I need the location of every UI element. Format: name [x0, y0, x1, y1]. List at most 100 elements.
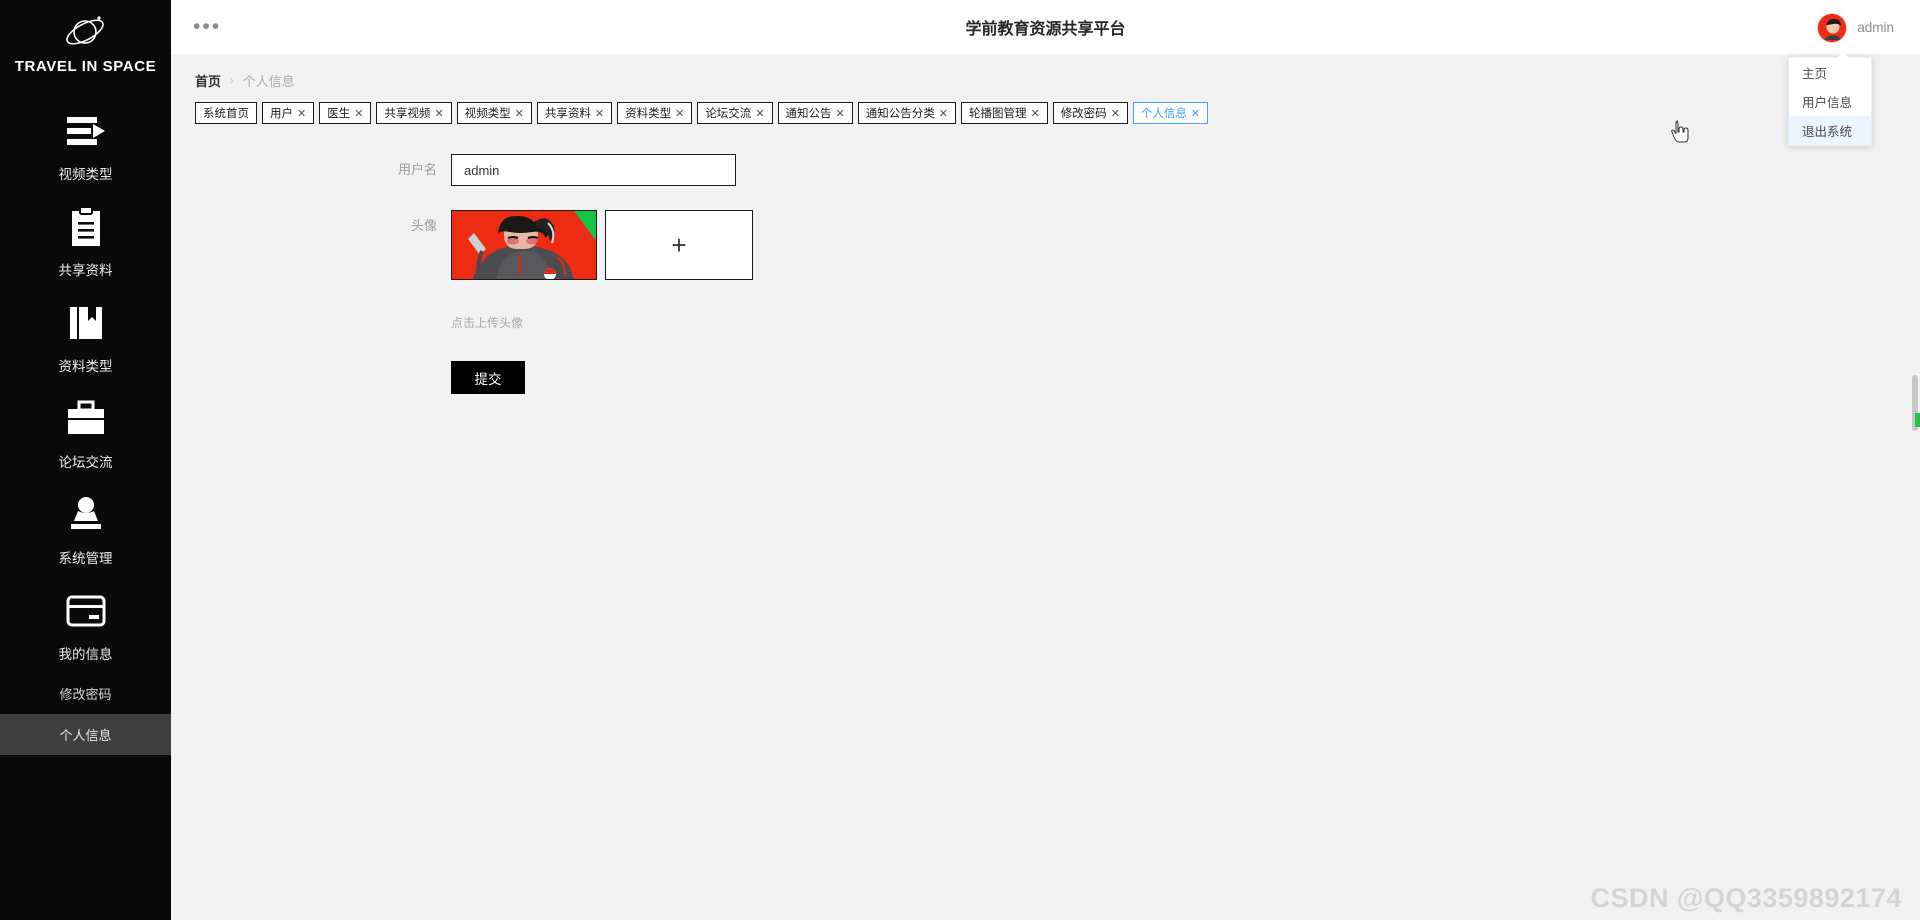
playlist-icon	[63, 108, 109, 154]
content-area: 首页 › 个人信息 系统首页 用户 ✕ 医生 ✕ 共享视频 ✕ 视频类型 ✕ 共…	[171, 55, 1920, 920]
dropdown-item-logout[interactable]: 退出系统	[1789, 116, 1871, 145]
user-name: admin	[1857, 20, 1894, 35]
sidebar: TRAVEL IN SPACE 视频类型 共享资料 资料类型 论坛交流 系统管理…	[0, 0, 171, 920]
sidebar-item-system-manage[interactable]: 系统管理	[0, 481, 171, 577]
tab-label: 个人信息	[1140, 108, 1187, 120]
briefcase-icon	[63, 396, 109, 442]
app-root: TRAVEL IN SPACE 视频类型 共享资料 资料类型 论坛交流 系统管理…	[0, 0, 1920, 920]
avatar-thumbnail[interactable]	[451, 210, 597, 280]
tab-bar: 系统首页 用户 ✕ 医生 ✕ 共享视频 ✕ 视频类型 ✕ 共享资料 ✕ 资料类型…	[171, 90, 1920, 124]
user-dropdown-menu: 主页 用户信息 退出系统	[1788, 52, 1872, 146]
user-menu-trigger[interactable]: admin	[1817, 0, 1894, 55]
card-icon	[63, 588, 109, 634]
username-row: 用户名	[171, 154, 1920, 186]
personal-info-form: 用户名 头像	[171, 124, 1920, 394]
sidebar-nav: 视频类型 共享资料 资料类型 论坛交流 系统管理 我的信息 修改密码 个人信息	[0, 97, 171, 755]
breadcrumb-current: 个人信息	[242, 74, 295, 89]
breadcrumb: 首页 › 个人信息	[171, 55, 1920, 90]
tab-label: 系统首页	[203, 108, 249, 120]
tab-change-password[interactable]: 修改密码 ✕	[1052, 102, 1128, 124]
close-icon[interactable]: ✕	[297, 107, 306, 120]
dropdown-item-label: 退出系统	[1802, 125, 1853, 139]
tab-shared-video[interactable]: 共享视频 ✕	[376, 102, 452, 124]
tab-video-type[interactable]: 视频类型 ✕	[456, 102, 532, 124]
ellipsis-icon[interactable]: •••	[193, 16, 221, 37]
tab-user[interactable]: 用户 ✕	[262, 102, 315, 124]
tab-doctor[interactable]: 医生 ✕	[319, 102, 372, 124]
close-icon[interactable]: ✕	[515, 107, 524, 120]
avatar-row: 头像 + 点击上传头像 提交	[171, 210, 1920, 394]
tab-carousel-manage[interactable]: 轮播图管理 ✕	[960, 102, 1048, 124]
tab-shared-material[interactable]: 共享资料 ✕	[536, 102, 613, 124]
upload-hint: 点击上传头像	[451, 316, 524, 330]
sidebar-item-label: 资料类型	[58, 358, 113, 374]
sidebar-item-forum[interactable]: 论坛交流	[0, 385, 171, 481]
tab-label: 用户	[270, 108, 293, 120]
close-icon[interactable]: ✕	[595, 107, 604, 120]
sidebar-item-material-type[interactable]: 资料类型	[0, 289, 171, 385]
planet-icon	[63, 10, 109, 52]
tab-notice-category[interactable]: 通知公告分类 ✕	[857, 102, 956, 124]
username-input[interactable]	[451, 154, 736, 186]
sidebar-item-label: 共享资料	[58, 262, 113, 278]
tab-material-type[interactable]: 资料类型 ✕	[617, 102, 693, 124]
main-area: ••• 学前教育资源共享平台 admin 主页 用户信息 退出系统 首页 › 个…	[171, 0, 1920, 920]
watermark: CSDN @QQ3359892174	[1590, 883, 1902, 913]
close-icon[interactable]: ✕	[1191, 107, 1200, 120]
close-icon[interactable]: ✕	[1111, 107, 1120, 120]
sidebar-item-my-info[interactable]: 我的信息	[0, 577, 171, 673]
tab-label: 通知公告分类	[865, 108, 935, 120]
dropdown-item-user-info[interactable]: 用户信息	[1789, 87, 1871, 116]
close-icon[interactable]: ✕	[675, 107, 684, 120]
scroll-indicator	[1915, 413, 1920, 427]
close-icon[interactable]: ✕	[354, 107, 363, 120]
avatar-add-button[interactable]: +	[605, 210, 753, 280]
close-icon[interactable]: ✕	[836, 107, 845, 120]
tab-label: 视频类型	[464, 108, 511, 120]
avatar-upload-row: +	[451, 210, 753, 280]
avatar	[1817, 12, 1848, 43]
tab-label: 通知公告	[785, 108, 832, 120]
sidebar-sub-label: 修改密码	[59, 687, 112, 702]
stamp-icon	[63, 492, 109, 538]
tab-label: 医生	[327, 108, 351, 120]
breadcrumb-home[interactable]: 首页	[195, 71, 221, 90]
sidebar-item-label: 系统管理	[58, 550, 113, 566]
sidebar-item-video-type[interactable]: 视频类型	[0, 97, 171, 193]
brand-name: TRAVEL IN SPACE	[14, 58, 157, 75]
sidebar-item-shared-material[interactable]: 共享资料	[0, 193, 171, 289]
brand[interactable]: TRAVEL IN SPACE	[15, 10, 157, 75]
tab-label: 资料类型	[625, 108, 672, 120]
username-label: 用户名	[397, 162, 437, 177]
sidebar-item-label: 视频类型	[58, 166, 113, 182]
sidebar-item-personal-info[interactable]: 个人信息	[0, 714, 171, 755]
close-icon[interactable]: ✕	[434, 107, 443, 120]
plus-icon: +	[671, 229, 687, 260]
dropdown-item-label: 用户信息	[1802, 96, 1853, 110]
tab-system-home[interactable]: 系统首页	[195, 102, 257, 124]
dropdown-item-home[interactable]: 主页	[1789, 58, 1871, 87]
sidebar-sub-label: 个人信息	[59, 728, 112, 743]
sidebar-item-label: 论坛交流	[58, 454, 113, 470]
topbar: ••• 学前教育资源共享平台 admin	[171, 0, 1920, 55]
sidebar-item-label: 我的信息	[58, 646, 113, 662]
submit-button[interactable]: 提交	[451, 361, 525, 394]
tab-label: 论坛交流	[705, 108, 752, 120]
books-icon	[63, 300, 109, 346]
tab-personal-info[interactable]: 个人信息 ✕	[1132, 102, 1209, 124]
dropdown-item-label: 主页	[1802, 67, 1828, 81]
tab-label: 共享视频	[384, 108, 431, 120]
avatar-label: 头像	[410, 218, 437, 233]
clipboard-icon	[63, 204, 109, 250]
tab-label: 共享资料	[544, 108, 591, 120]
page-title: 学前教育资源共享平台	[965, 21, 1126, 38]
tab-notice[interactable]: 通知公告 ✕	[777, 102, 853, 124]
sidebar-item-change-password[interactable]: 修改密码	[0, 673, 171, 714]
tab-label: 轮播图管理	[968, 108, 1027, 120]
close-icon[interactable]: ✕	[755, 107, 764, 120]
tab-forum[interactable]: 论坛交流 ✕	[697, 102, 773, 124]
breadcrumb-separator: ›	[230, 74, 234, 87]
close-icon[interactable]: ✕	[1030, 107, 1039, 120]
close-icon[interactable]: ✕	[939, 107, 948, 120]
tab-label: 修改密码	[1060, 108, 1107, 120]
